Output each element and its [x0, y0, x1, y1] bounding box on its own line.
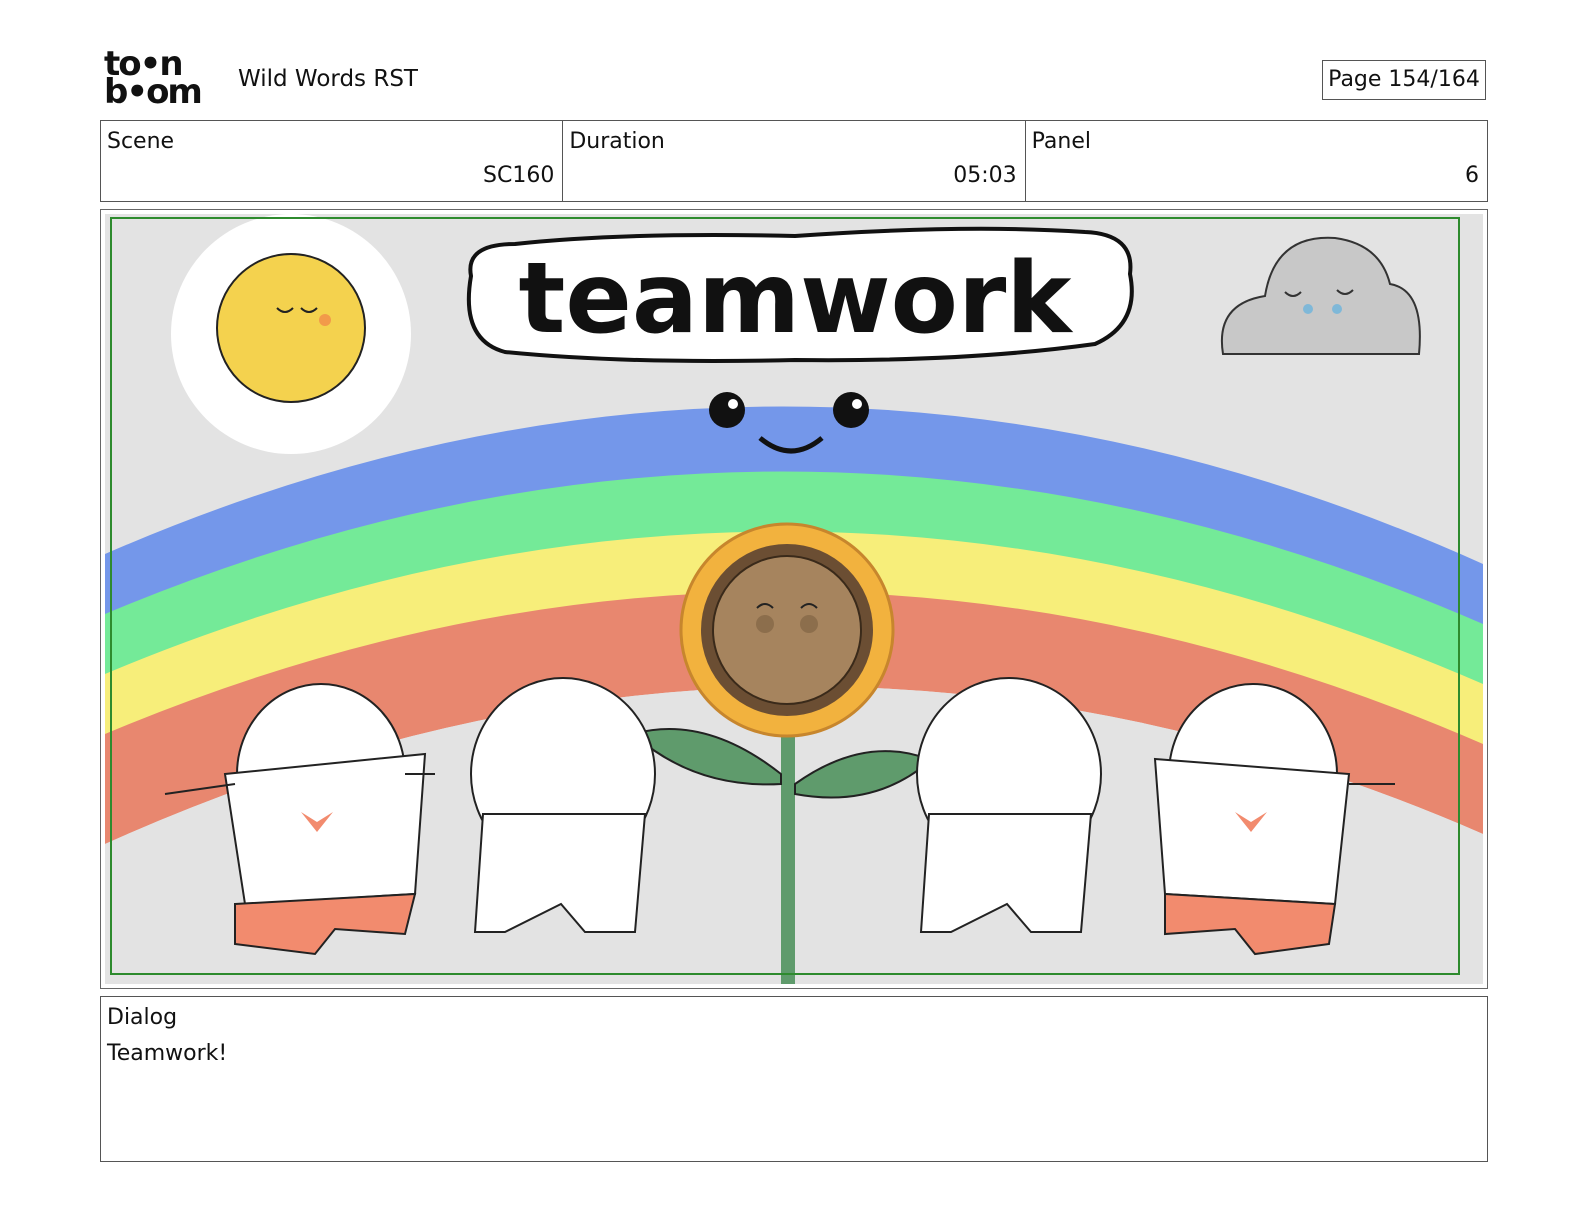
dialog-label: Dialog — [107, 1005, 178, 1030]
project-title: Wild Words RST — [238, 66, 418, 92]
scene-cell: Scene SC160 — [101, 121, 564, 201]
storyboard-panel: teamwork — [100, 209, 1488, 989]
panel-value: 6 — [1464, 163, 1479, 188]
panel-label: Panel — [1031, 129, 1092, 154]
character-3 — [916, 677, 1102, 933]
scene-value: SC160 — [483, 163, 555, 188]
rainbow-right-eye — [833, 392, 869, 428]
duration-cell: Duration 05:03 — [563, 121, 1026, 201]
duration-value: 05:03 — [953, 163, 1017, 188]
panel-illustration: teamwork — [105, 214, 1483, 984]
logo-line-2: b•om — [104, 72, 203, 112]
dialog-box: Dialog Teamwork! — [100, 996, 1488, 1162]
panel-cell: Panel 6 — [1026, 121, 1487, 201]
panel-info-table: Scene SC160 Duration 05:03 Panel 6 — [100, 120, 1488, 202]
sunflower-stem — [781, 734, 795, 984]
character-2 — [470, 677, 656, 933]
page-indicator: Page 154/164 — [1322, 60, 1486, 100]
sunflower-face — [712, 555, 862, 705]
toonboom-logo: to•n b•om — [104, 47, 216, 112]
dialog-text: Teamwork! — [107, 1041, 228, 1066]
scene-label: Scene — [107, 129, 175, 154]
rainbow-left-eye — [709, 392, 745, 428]
title-text: teamwork — [519, 242, 1075, 356]
duration-label: Duration — [569, 129, 665, 154]
sun — [216, 253, 366, 403]
